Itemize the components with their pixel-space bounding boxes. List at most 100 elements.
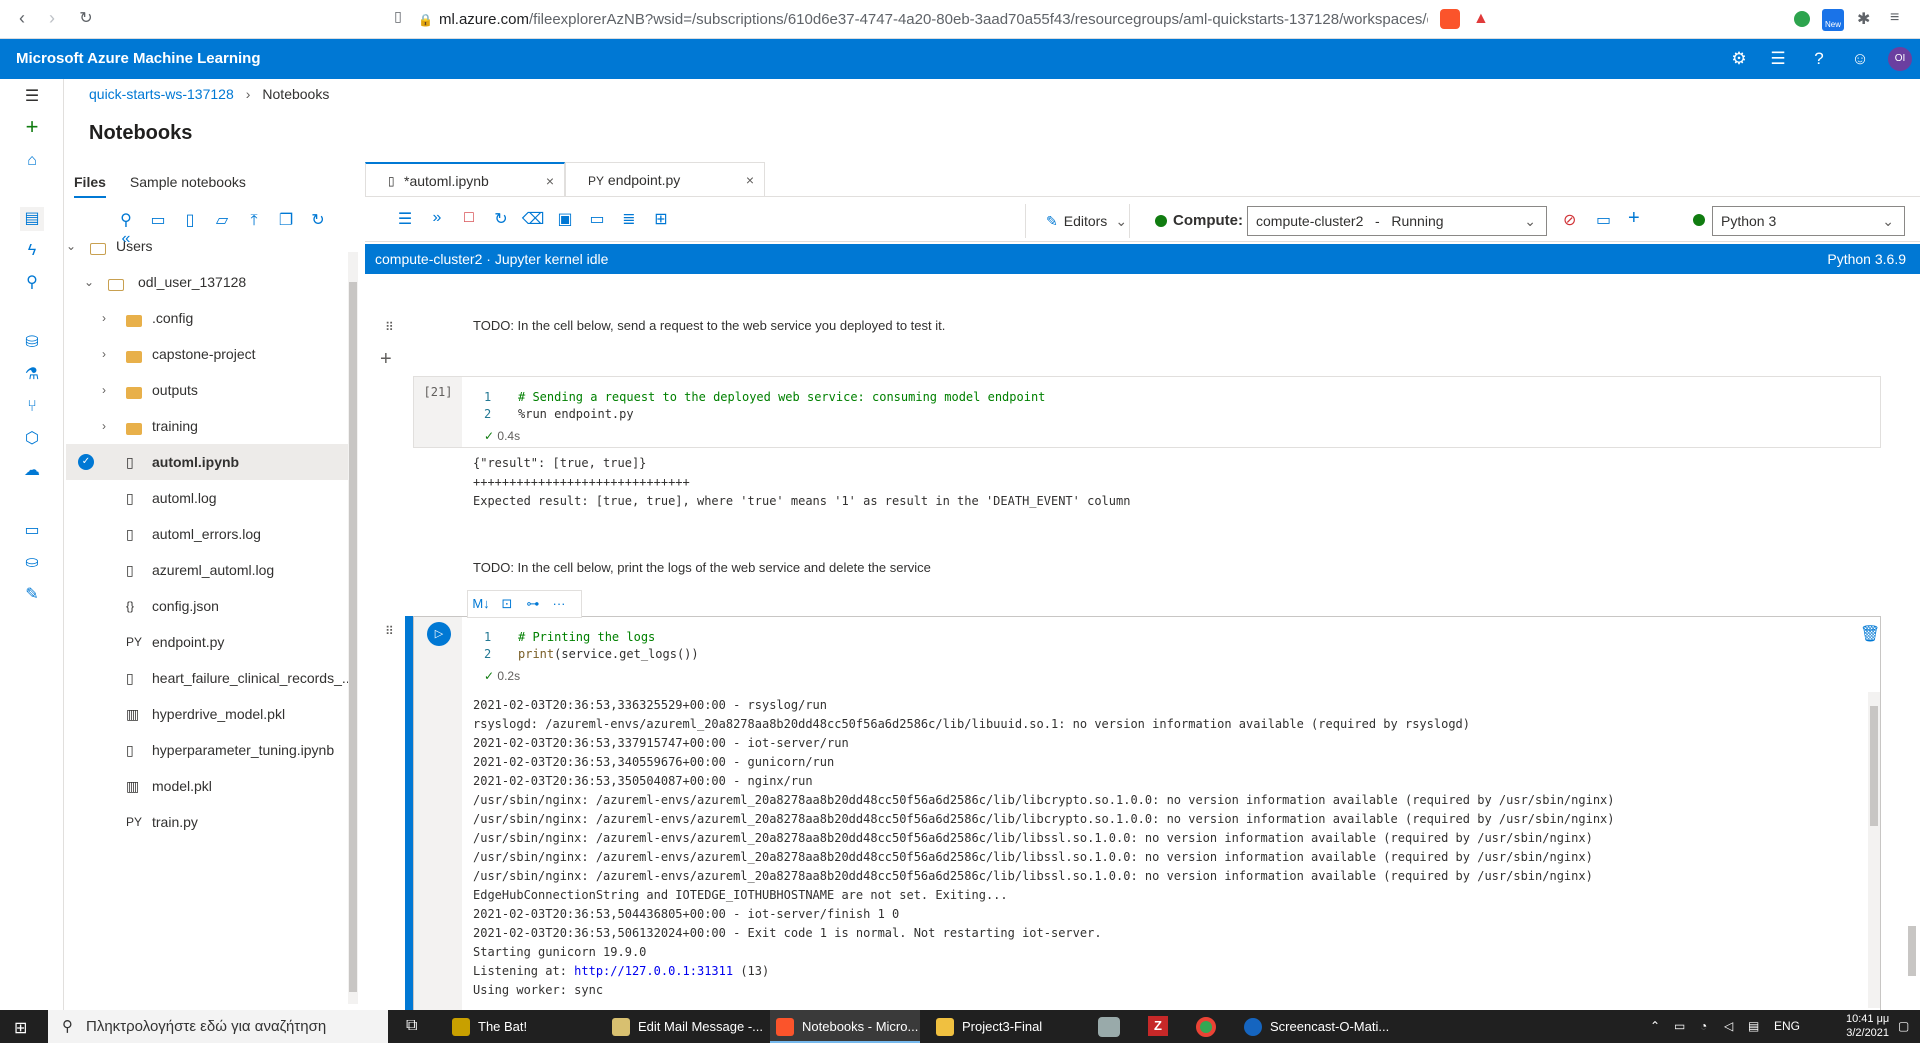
taskbar-app-mail[interactable]: Edit Mail Message -... (606, 1010, 763, 1043)
search-icon[interactable]: ⚲ (110, 210, 142, 230)
browser-menu-icon[interactable]: ≡ (1890, 9, 1899, 27)
cell-select-icon[interactable]: ⊡ (494, 591, 520, 617)
tab-endpoint-py[interactable]: PY endpoint.py × (565, 162, 765, 197)
endpoints-icon[interactable]: ☁ (20, 459, 44, 483)
close-icon[interactable]: × (746, 163, 754, 197)
notebooks-icon[interactable]: ▤ (20, 207, 44, 231)
chrome-icon[interactable] (1196, 1017, 1216, 1037)
home-icon[interactable]: ⌂ (20, 149, 44, 173)
hamburger-menu-icon[interactable]: ☰ (20, 85, 44, 109)
output-scrollbar[interactable] (1868, 692, 1880, 1008)
file-tree-item[interactable]: › capstone-project (66, 336, 348, 372)
chevron-right-icon[interactable]: › (102, 408, 106, 444)
notifications-icon[interactable]: ▢ (1898, 1010, 1909, 1043)
keyboard-icon[interactable]: ▤ (1748, 1010, 1759, 1043)
models-icon[interactable]: ⬡ (20, 427, 44, 451)
open-terminal-icon[interactable]: ▭ (585, 209, 609, 229)
language-indicator[interactable]: ENG (1774, 1010, 1800, 1043)
pipelines-icon[interactable]: ⑂ (20, 395, 44, 419)
more-options-icon[interactable]: ··· (546, 591, 572, 617)
restart-kernel-icon[interactable]: ↻ (489, 209, 513, 229)
volume-icon[interactable]: ◁ (1724, 1010, 1733, 1043)
extensions-puzzle-icon[interactable]: ✱ (1857, 9, 1870, 29)
chevron-down-icon[interactable]: ⌄ (84, 264, 94, 300)
close-icon[interactable]: × (546, 164, 554, 198)
notebook-scrollbar[interactable] (1906, 276, 1918, 1010)
file-tree-item[interactable]: ✓ ▯ automl.ipynb (66, 444, 348, 480)
scrollbar-thumb[interactable] (349, 282, 357, 992)
file-tree-item[interactable]: › outputs (66, 372, 348, 408)
file-tree-item[interactable]: › training (66, 408, 348, 444)
filezilla-icon[interactable]: Z (1148, 1016, 1168, 1036)
file-tree-item[interactable]: ▯ automl_errors.log (66, 516, 348, 552)
code-editor[interactable]: 1 # Sending a request to the deployed web… (484, 389, 1045, 423)
automated-ml-icon[interactable]: ϟ (20, 239, 44, 263)
tab-automl-ipynb[interactable]: ▯ *automl.ipynb × (365, 162, 565, 197)
file-tree-item[interactable]: ▥ model.pkl (66, 768, 348, 804)
clear-outputs-icon[interactable]: ⌫ (521, 209, 545, 229)
taskbar-app-browser[interactable]: Notebooks - Micro... (770, 1010, 920, 1043)
stop-compute-icon[interactable]: ⊘ (1563, 210, 1576, 230)
scrollbar-thumb[interactable] (1870, 706, 1878, 826)
terminal-icon[interactable]: ▭ (142, 210, 174, 230)
delete-cell-icon[interactable]: 🗑 (1860, 624, 1880, 644)
save-icon[interactable]: ▣ (553, 209, 577, 229)
interrupt-kernel-icon[interactable]: □ (457, 209, 481, 227)
copy-icon[interactable]: ❐ (270, 210, 302, 230)
task-view-icon[interactable]: ⧉ (406, 1017, 417, 1035)
file-tree-item[interactable]: ⌄ Users (66, 228, 348, 264)
file-tree-item[interactable]: ⌄ odl_user_137128 (66, 264, 348, 300)
file-panel-scrollbar[interactable] (348, 252, 358, 1004)
settings-gear-icon[interactable]: ⚙ (1727, 48, 1751, 72)
drag-handle-icon[interactable]: ⠿ (385, 320, 394, 334)
taskbar-clock[interactable]: 10:41 μμ 3/2/2021 (1846, 1012, 1889, 1040)
new-file-icon[interactable]: ▯ (174, 210, 206, 230)
editors-dropdown[interactable]: ✎ Editors ⌄ (1025, 204, 1130, 238)
variable-explorer-icon[interactable]: ≣ (617, 209, 641, 229)
table-of-contents-icon[interactable]: ⊞ (649, 209, 673, 229)
windows-start-icon[interactable]: ⊞ (14, 1018, 27, 1038)
file-tree-item[interactable]: ▯ automl.log (66, 480, 348, 516)
app-icon[interactable] (1098, 1017, 1120, 1037)
chevron-right-icon[interactable]: › (102, 300, 106, 336)
data-labeling-icon[interactable]: ✎ (20, 583, 44, 607)
code-cell-21[interactable]: [21] 1 # Sending a request to the deploye… (413, 376, 1881, 448)
taskbar-app-thebat[interactable]: The Bat! (446, 1010, 564, 1043)
tab-files[interactable]: Files (74, 174, 106, 198)
smiley-icon[interactable]: ☺ (1848, 48, 1872, 72)
help-icon[interactable]: ? (1807, 48, 1831, 72)
avatar[interactable]: OI (1888, 47, 1912, 71)
file-tree-item[interactable]: ▯ heart_failure_clinical_records_... (66, 660, 348, 696)
markdown-cell[interactable]: TODO: In the cell below, print the logs … (473, 560, 931, 575)
back-icon[interactable]: ‹ (10, 8, 34, 29)
new-folder-icon[interactable]: ▱ (206, 210, 238, 230)
split-cell-icon[interactable]: ⊶ (520, 591, 546, 617)
file-tree-item[interactable]: › .config (66, 300, 348, 336)
drag-handle-icon[interactable]: ⠿ (385, 624, 394, 638)
chevron-down-icon[interactable]: ⌄ (66, 228, 76, 264)
create-new-icon[interactable]: + (20, 115, 44, 139)
code-editor[interactable]: 1 # Printing the logs 2 print(service.get_l… (484, 629, 699, 663)
tab-sample-notebooks[interactable]: Sample notebooks (130, 174, 246, 196)
selected-check-icon[interactable]: ✓ (78, 454, 94, 470)
file-tree-item[interactable]: ▯ azureml_automl.log (66, 552, 348, 588)
chevron-right-icon[interactable]: › (102, 336, 106, 372)
datasets-icon[interactable]: ⛁ (20, 331, 44, 355)
file-tree-item[interactable]: PY train.py (66, 804, 348, 840)
markdown-toggle-icon[interactable]: M↓ (468, 591, 494, 617)
file-tree-item[interactable]: ▥ hyperdrive_model.pkl (66, 696, 348, 732)
listen-link[interactable]: http://127.0.0.1:31311 (574, 964, 733, 978)
compute-details-icon[interactable]: ▭ (1596, 210, 1611, 230)
datastores-icon[interactable]: ⛀ (20, 551, 44, 575)
kernel-select[interactable]: Python 3 ⌄ (1712, 206, 1905, 236)
add-compute-icon[interactable]: + (1628, 207, 1640, 230)
file-tree-item[interactable]: ▯ hyperparameter_tuning.ipynb (66, 732, 348, 768)
scrollbar-thumb[interactable] (1908, 926, 1916, 976)
experiments-icon[interactable]: ⚗ (20, 363, 44, 387)
taskbar-search[interactable]: ⚲ Πληκτρολογήστε εδώ για αναζήτηση (48, 1010, 388, 1043)
wifi-icon[interactable]: ◔ (1700, 1010, 1707, 1043)
run-all-icon[interactable]: » (425, 209, 449, 227)
run-cell-button[interactable]: ▷ (427, 622, 451, 646)
markdown-cell[interactable]: TODO: In the cell below, send a request … (473, 318, 945, 333)
taskbar-app-screencast[interactable]: Screencast-O-Mati... (1238, 1010, 1389, 1043)
